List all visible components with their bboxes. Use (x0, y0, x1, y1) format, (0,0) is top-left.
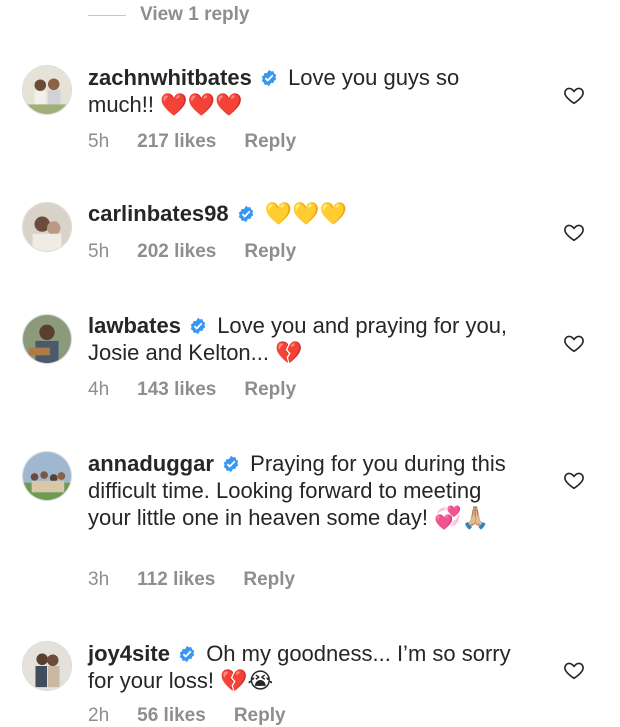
comment-body: zachnwhitbates Love you guys so much!! ❤… (88, 64, 528, 118)
likes-count[interactable]: 56 likes (137, 705, 206, 727)
like-heart-icon[interactable] (563, 332, 585, 354)
reply-button[interactable]: Reply (244, 241, 296, 263)
verified-badge-icon (238, 205, 253, 223)
comment-meta: 5h 202 likes Reply (88, 241, 324, 263)
comment-meta: 3h 112 likes Reply (88, 569, 323, 591)
comment-username[interactable]: carlinbates98 (88, 201, 229, 226)
like-heart-icon[interactable] (563, 659, 585, 681)
view-replies-label: View 1 reply (140, 4, 250, 25)
reply-button[interactable]: Reply (244, 379, 296, 401)
comment-emoji: 💔 (275, 340, 303, 365)
comment-meta: 4h 143 likes Reply (88, 379, 324, 401)
comment-emoji: ❤️❤️❤️ (160, 92, 243, 117)
comment-time: 3h (88, 569, 110, 590)
comment-body: lawbates Love you and praying for you, J… (88, 312, 528, 366)
comment-username[interactable]: zachnwhitbates (88, 65, 252, 90)
like-heart-icon[interactable] (563, 469, 585, 491)
reply-button[interactable]: Reply (234, 705, 286, 727)
reply-button[interactable]: Reply (244, 131, 296, 153)
comment-emoji: 💛💛💛 (264, 201, 348, 226)
verified-badge-icon (261, 69, 277, 87)
comment-time: 5h (88, 241, 110, 262)
avatar[interactable] (22, 65, 72, 115)
avatar[interactable] (22, 314, 72, 364)
comment-time: 5h (88, 131, 110, 152)
comment-meta: 5h 217 likes Reply (88, 131, 324, 153)
avatar[interactable] (22, 202, 72, 252)
comment-body: annaduggar Praying for you during this d… (88, 450, 528, 531)
likes-count[interactable]: 217 likes (137, 131, 216, 153)
likes-count[interactable]: 143 likes (137, 379, 216, 401)
comment-emoji: 💞🙏🏼 (434, 505, 489, 530)
comment-meta: 2h 56 likes Reply (88, 705, 314, 727)
verified-badge-icon (190, 317, 206, 335)
verified-badge-icon (223, 455, 239, 473)
view-replies-button[interactable]: View 1 reply (88, 0, 250, 30)
comment-username[interactable]: joy4site (88, 641, 170, 666)
like-heart-icon[interactable] (563, 84, 585, 106)
comment-username[interactable]: lawbates (88, 313, 181, 338)
avatar[interactable] (22, 641, 72, 691)
comment-username[interactable]: annaduggar (88, 451, 214, 476)
comment-time: 2h (88, 705, 110, 726)
comment-body: joy4site Oh my goodness... I’m so sorry … (88, 640, 528, 694)
verified-badge-icon (179, 645, 195, 663)
reply-button[interactable]: Reply (243, 569, 295, 591)
comment-emoji: 💔😭 (220, 668, 274, 693)
comment-time: 4h (88, 379, 110, 400)
like-heart-icon[interactable] (563, 221, 585, 243)
divider-line (88, 14, 126, 16)
likes-count[interactable]: 112 likes (137, 569, 215, 591)
avatar[interactable] (22, 451, 72, 501)
likes-count[interactable]: 202 likes (137, 241, 216, 263)
comment-body: carlinbates98 💛💛💛 (88, 200, 528, 227)
